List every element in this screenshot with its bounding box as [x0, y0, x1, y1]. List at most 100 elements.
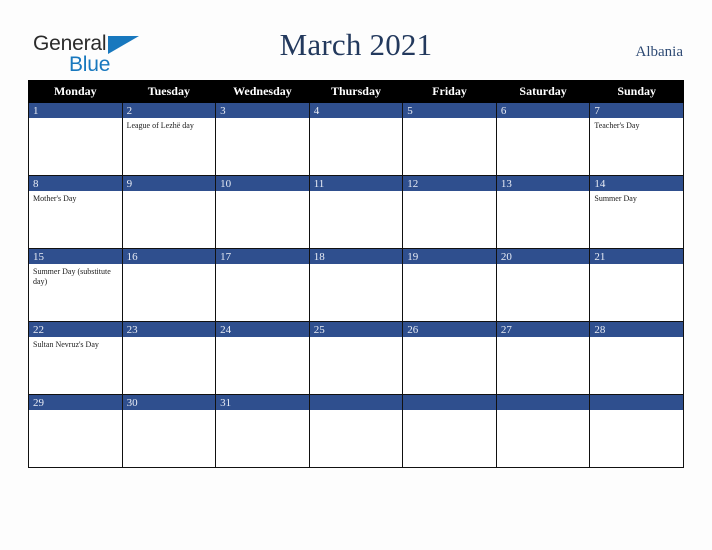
calendar-day-cell-25[interactable]: 25 — [308, 321, 404, 395]
day-number: 29 — [29, 395, 122, 410]
calendar-day-cell-13[interactable]: 13 — [495, 175, 591, 249]
calendar-day-cell-4[interactable]: 4 — [308, 102, 404, 176]
calendar-day-cell-7[interactable]: 7 Teacher's Day — [589, 102, 684, 176]
calendar-day-cell-1[interactable]: 1 — [28, 102, 123, 176]
day-number: 30 — [122, 395, 216, 410]
logo-text-general: General — [33, 32, 107, 55]
calendar-day-cell-29[interactable]: 29 — [28, 394, 123, 468]
day-number: 10 — [216, 176, 309, 191]
day-number: 25 — [309, 322, 403, 337]
calendar-day-cell-14[interactable]: 14 Summer Day — [589, 175, 684, 249]
event-label: Summer Day (substitute day) — [33, 267, 111, 286]
calendar-week-row: 1 2 League of Lezhë day 3 4 5 6 7 Teacher's Day — [28, 102, 684, 176]
weekday-header-saturday: Saturday — [495, 80, 591, 103]
calendar-day-cell-17[interactable]: 17 — [215, 248, 310, 322]
calendar-week-row: 8 Mother's Day 9 10 11 12 13 14 Summer Day — [28, 175, 684, 249]
calendar-day-cell-12[interactable]: 12 — [402, 175, 497, 249]
logo-text-blue: Blue — [69, 53, 111, 76]
calendar-day-cell-23[interactable]: 23 — [121, 321, 217, 395]
event-label: Sultan Nevruz's Day — [33, 340, 99, 349]
weekday-header-tuesday: Tuesday — [121, 80, 217, 103]
day-events: Sultan Nevruz's Day — [29, 337, 122, 350]
day-number: 24 — [216, 322, 309, 337]
region-label: Albania — [635, 44, 683, 60]
day-number — [309, 395, 403, 410]
day-number: 18 — [309, 249, 403, 264]
calendar-day-cell-30[interactable]: 30 — [121, 394, 217, 468]
calendar-day-cell-28[interactable]: 28 — [589, 321, 684, 395]
day-number: 28 — [590, 322, 683, 337]
calendar-day-cell-9[interactable]: 9 — [121, 175, 217, 249]
calendar-header-row: Monday Tuesday Wednesday Thursday Friday Satu… — [28, 80, 684, 103]
calendar-day-cell-5[interactable]: 5 — [402, 102, 497, 176]
day-number: 1 — [29, 103, 122, 118]
calendar-day-cell-6[interactable]: 6 — [495, 102, 591, 176]
calendar-day-cell-24[interactable]: 24 — [215, 321, 310, 395]
day-number: 26 — [403, 322, 496, 337]
calendar-day-cell-16[interactable]: 16 — [121, 248, 217, 322]
calendar-day-cell-26[interactable]: 26 — [402, 321, 497, 395]
day-number: 13 — [496, 176, 590, 191]
calendar-day-cell-11[interactable]: 11 — [308, 175, 404, 249]
weekday-header-row: Monday Tuesday Wednesday Thursday Friday Satu… — [28, 80, 684, 103]
day-events: League of Lezhë day — [123, 118, 216, 131]
day-number: 12 — [403, 176, 496, 191]
calendar-day-cell-empty[interactable] — [495, 394, 591, 468]
page-title: March 2021 — [279, 27, 433, 62]
day-number — [590, 395, 683, 410]
calendar-day-cell-20[interactable]: 20 — [495, 248, 591, 322]
day-number: 15 — [29, 249, 122, 264]
calendar-day-cell-3[interactable]: 3 — [215, 102, 310, 176]
day-events: Summer Day — [590, 191, 683, 204]
day-number: 14 — [590, 176, 683, 191]
day-number: 21 — [590, 249, 683, 264]
day-number — [403, 395, 496, 410]
calendar-day-cell-15[interactable]: 15 Summer Day (substitute day) — [28, 248, 123, 322]
day-number: 17 — [216, 249, 309, 264]
calendar-day-cell-empty[interactable] — [308, 394, 404, 468]
day-number: 20 — [496, 249, 590, 264]
day-number: 5 — [403, 103, 496, 118]
calendar-day-cell-8[interactable]: 8 Mother's Day — [28, 175, 123, 249]
day-number: 3 — [216, 103, 309, 118]
general-blue-logo[interactable]: General Blue — [33, 33, 203, 77]
calendar-day-cell-31[interactable]: 31 — [215, 394, 310, 468]
day-number: 27 — [496, 322, 590, 337]
event-label: Mother's Day — [33, 194, 77, 203]
event-label: Summer Day — [594, 194, 637, 203]
day-number: 9 — [122, 176, 216, 191]
calendar-day-cell-18[interactable]: 18 — [308, 248, 404, 322]
day-number: 2 — [122, 103, 216, 118]
calendar-week-row: 29 30 31 — [28, 394, 684, 468]
calendar-day-cell-19[interactable]: 19 — [402, 248, 497, 322]
calendar-day-cell-22[interactable]: 22 Sultan Nevruz's Day — [28, 321, 123, 395]
event-label: Teacher's Day — [594, 121, 640, 130]
calendar-week-row: 22 Sultan Nevruz's Day 23 24 25 26 27 28 — [28, 321, 684, 395]
weekday-header-wednesday: Wednesday — [215, 80, 310, 103]
day-number: 11 — [309, 176, 403, 191]
day-number: 23 — [122, 322, 216, 337]
day-events: Summer Day (substitute day) — [29, 264, 122, 286]
event-label: League of Lezhë day — [126, 121, 194, 130]
weekday-header-thursday: Thursday — [308, 80, 404, 103]
day-number: 31 — [216, 395, 309, 410]
page-header: General Blue March 2021 Albania — [0, 0, 712, 80]
day-number: 22 — [29, 322, 122, 337]
blue-triangle-icon — [108, 36, 139, 54]
calendar-day-cell-empty[interactable] — [589, 394, 684, 468]
calendar-day-cell-10[interactable]: 10 — [215, 175, 310, 249]
weekday-header-friday: Friday — [402, 80, 497, 103]
day-number: 16 — [122, 249, 216, 264]
day-number: 7 — [590, 103, 683, 118]
day-number: 19 — [403, 249, 496, 264]
day-number: 6 — [496, 103, 590, 118]
calendar-day-cell-2[interactable]: 2 League of Lezhë day — [121, 102, 217, 176]
calendar-day-cell-empty[interactable] — [402, 394, 497, 468]
calendar-body: 1 2 League of Lezhë day 3 4 5 6 7 Teacher's Day 8… — [28, 102, 684, 468]
weekday-header-sunday: Sunday — [589, 80, 684, 103]
calendar-week-row: 15 Summer Day (substitute day) 16 17 18 19 20 2… — [28, 248, 684, 322]
calendar-day-cell-27[interactable]: 27 — [495, 321, 591, 395]
calendar-day-cell-21[interactable]: 21 — [589, 248, 684, 322]
calendar-grid: Monday Tuesday Wednesday Thursday Friday Satu… — [28, 80, 684, 468]
day-events: Teacher's Day — [590, 118, 683, 131]
